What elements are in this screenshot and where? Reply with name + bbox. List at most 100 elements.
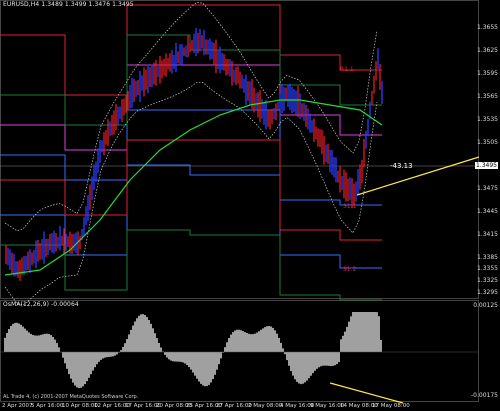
price-tick: 1.3655 bbox=[477, 24, 498, 31]
osma-bar bbox=[290, 352, 292, 372]
price-chart-canvas[interactable] bbox=[0, 0, 500, 411]
osma-bar bbox=[210, 352, 212, 383]
osma-bar bbox=[224, 347, 226, 352]
osma-divergence-trendline bbox=[329, 382, 404, 404]
osma-bar bbox=[6, 333, 8, 352]
osma-bar bbox=[24, 328, 26, 352]
osma-bar bbox=[304, 352, 306, 383]
osma-bar bbox=[260, 329, 262, 352]
osma-bar bbox=[360, 312, 362, 352]
osma-bar bbox=[20, 324, 22, 352]
osma-bar bbox=[58, 347, 60, 352]
osma-bar bbox=[38, 335, 40, 352]
osma-bar bbox=[238, 329, 240, 352]
osma-bar bbox=[306, 352, 308, 381]
osma-bar bbox=[10, 325, 12, 352]
osma-bar bbox=[34, 335, 36, 352]
chart-window[interactable]: EURUSD,H4 1.3489 1.3499 1.3476 1.3495 Os… bbox=[0, 0, 500, 411]
osma-bar bbox=[128, 334, 130, 352]
osma-bar bbox=[132, 325, 134, 352]
osma-scale-top: 0.00125 bbox=[473, 302, 498, 309]
pivot-s2-label: S1.2 bbox=[343, 266, 357, 273]
pivot-level-line bbox=[0, 64, 382, 151]
osma-bar bbox=[296, 352, 298, 382]
osma-bar bbox=[144, 315, 146, 352]
osma-bar bbox=[200, 352, 202, 384]
osma-bar bbox=[56, 343, 58, 352]
osma-bar bbox=[236, 329, 238, 352]
osma-bar bbox=[326, 352, 328, 366]
osma-bar bbox=[340, 339, 342, 352]
osma-bar bbox=[92, 352, 94, 371]
osma-bar bbox=[182, 352, 184, 363]
osma-bar bbox=[248, 333, 250, 352]
osma-bar bbox=[44, 333, 46, 352]
osma-bar bbox=[378, 316, 380, 352]
osma-bar bbox=[280, 342, 282, 352]
osma-bar bbox=[380, 340, 382, 352]
osma-bar bbox=[334, 352, 336, 366]
osma-bar bbox=[16, 322, 18, 352]
osma-bar bbox=[216, 352, 218, 370]
osma-bar bbox=[276, 333, 278, 352]
osma-bar bbox=[322, 352, 324, 366]
osma-bar bbox=[8, 329, 10, 352]
osma-bar bbox=[64, 352, 66, 364]
osma-bar bbox=[300, 352, 302, 385]
osma-bar bbox=[348, 321, 350, 352]
osma-bar bbox=[100, 352, 102, 360]
osma-bar bbox=[146, 317, 148, 352]
osma-bar bbox=[352, 312, 354, 352]
ma-line bbox=[4, 99, 383, 276]
osma-bar bbox=[76, 352, 78, 388]
price-tick: 1.3535 bbox=[477, 116, 498, 123]
osma-bar bbox=[18, 323, 20, 352]
price-tick: 1.3355 bbox=[477, 265, 498, 272]
osma-bar bbox=[184, 352, 186, 364]
osma-bar bbox=[270, 326, 272, 352]
osma-bar bbox=[364, 312, 366, 352]
osma-bar bbox=[294, 352, 296, 380]
osma-bar bbox=[328, 352, 330, 366]
osma-scale-bottom: -0.00175 bbox=[471, 392, 498, 399]
osma-bar bbox=[292, 352, 294, 376]
osma-bar bbox=[62, 352, 64, 358]
osma-bar bbox=[368, 312, 370, 352]
osma-bar bbox=[110, 352, 112, 357]
osma-bar bbox=[288, 352, 290, 366]
osma-bar bbox=[88, 352, 90, 378]
osma-bar bbox=[262, 328, 264, 352]
osma-bar bbox=[330, 352, 332, 367]
time-tick: 5 Apr 16:00 bbox=[31, 403, 64, 409]
price-tick: 1.3595 bbox=[477, 70, 498, 77]
osma-bar bbox=[52, 336, 54, 352]
price-tick: 1.3565 bbox=[477, 93, 498, 100]
osma-bar bbox=[208, 352, 210, 385]
osma-bar bbox=[190, 352, 192, 370]
osma-bar bbox=[108, 352, 110, 357]
osma-bar bbox=[14, 322, 16, 352]
osma-bar bbox=[204, 352, 206, 387]
symbol-label: EURUSD,H4 bbox=[3, 1, 40, 8]
osma-bar bbox=[136, 318, 138, 352]
osma-bar bbox=[130, 329, 132, 352]
osma-bar bbox=[154, 333, 156, 352]
osma-bar bbox=[84, 352, 86, 385]
moving-average bbox=[4, 99, 383, 276]
osma-bar bbox=[68, 352, 70, 375]
osma-bar bbox=[268, 326, 270, 352]
osma-bar bbox=[312, 352, 314, 374]
osma-bar bbox=[114, 352, 116, 356]
osma-bar bbox=[82, 352, 84, 387]
osma-bar bbox=[122, 346, 124, 352]
osma-bar bbox=[66, 352, 68, 369]
osma-bar bbox=[12, 323, 14, 352]
osma-bar bbox=[230, 334, 232, 352]
osma-bar bbox=[112, 352, 114, 357]
osma-bar bbox=[314, 352, 316, 371]
osma-bar bbox=[54, 339, 56, 352]
osma-bar bbox=[124, 343, 126, 352]
osma-bar bbox=[192, 352, 194, 373]
osma-bar bbox=[78, 352, 80, 389]
osma-bar bbox=[370, 312, 372, 352]
